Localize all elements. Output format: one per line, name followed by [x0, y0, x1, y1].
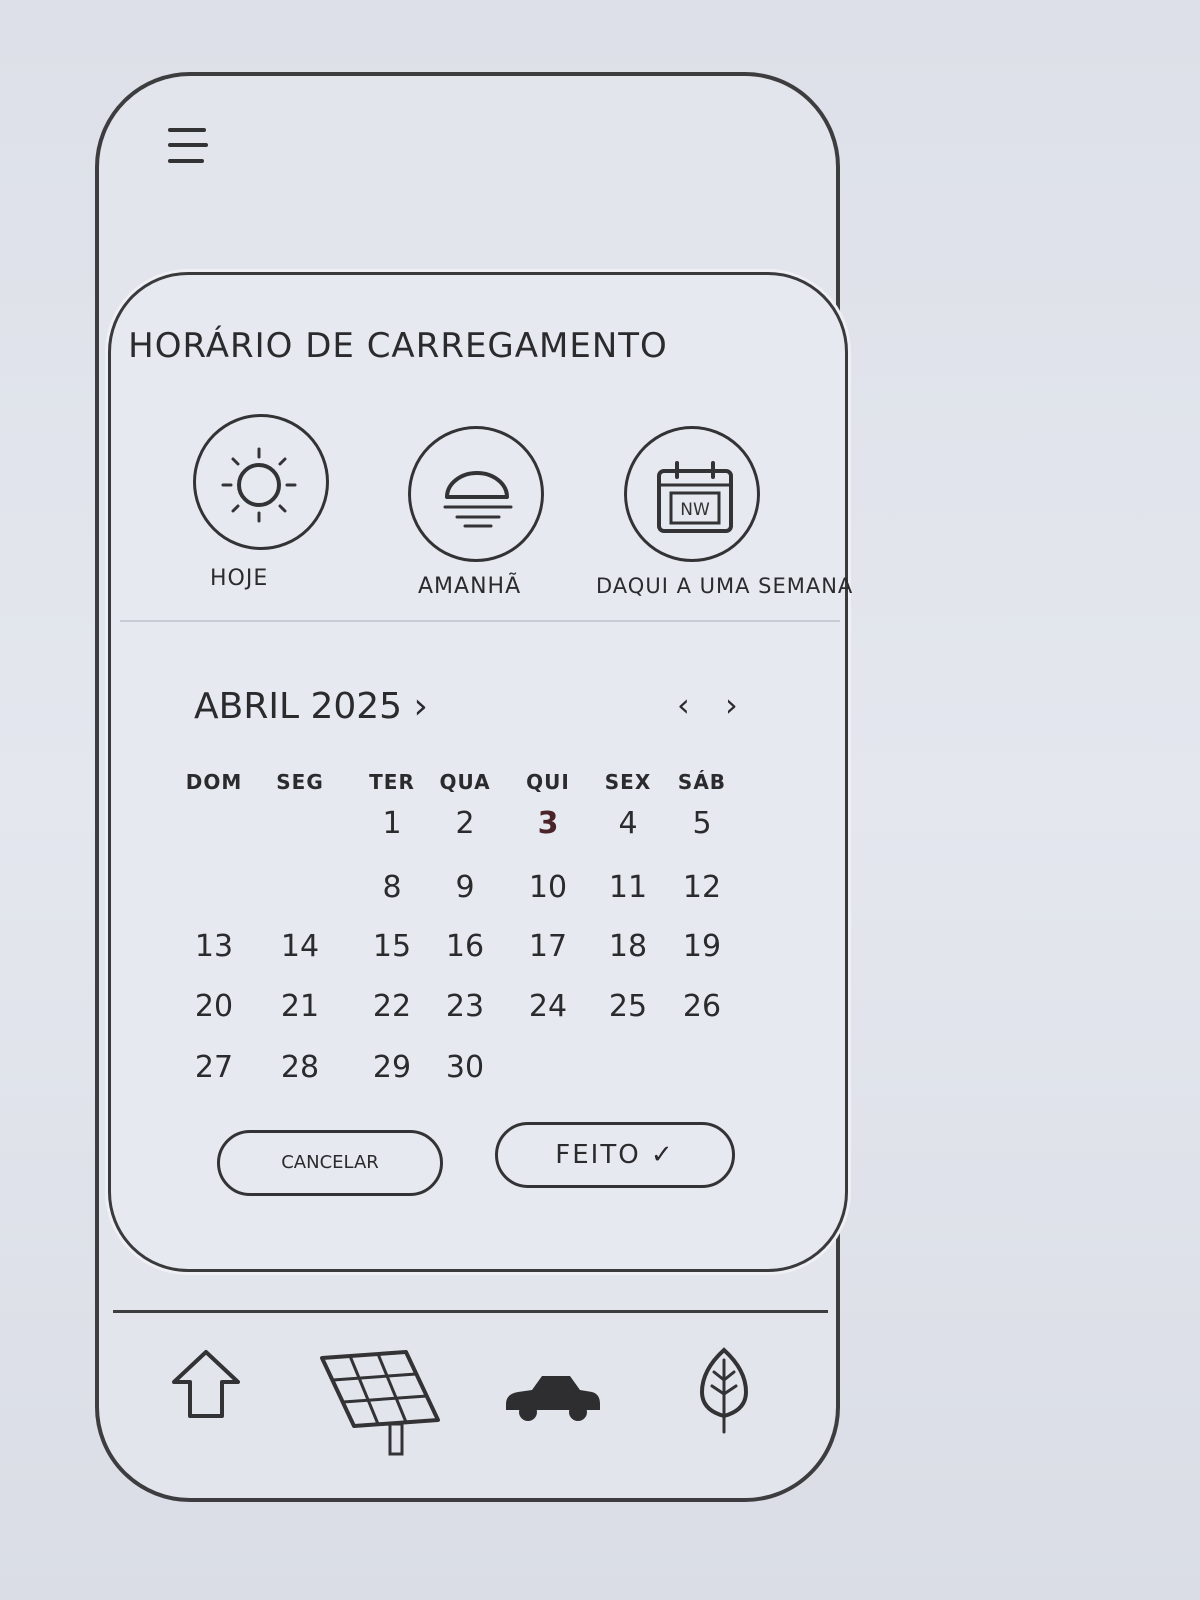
calendar-day[interactable]: 16 [435, 925, 495, 969]
weekday-header: SEG [276, 770, 324, 794]
calendar-day[interactable]: 30 [435, 1046, 495, 1090]
calendar-day[interactable]: 12 [672, 866, 732, 910]
shortcut-tomorrow-button[interactable] [408, 426, 544, 562]
modal-divider [120, 620, 840, 622]
calendar-day[interactable]: 10 [518, 866, 578, 910]
calendar-day[interactable]: 19 [672, 925, 732, 969]
weekday-header: QUI [526, 770, 570, 794]
calendar-day-selected[interactable]: 3 [518, 802, 578, 846]
sunrise-icon [443, 471, 513, 528]
solar-panel-icon [320, 1350, 440, 1456]
calendar-icon-text: NW [680, 500, 710, 520]
calendar-day[interactable]: 18 [598, 925, 658, 969]
shortcut-today-button[interactable] [193, 414, 329, 550]
calendar-day[interactable]: 17 [518, 925, 578, 969]
prev-month-button[interactable]: ‹ [677, 686, 690, 724]
calendar-day[interactable]: 13 [184, 925, 244, 969]
menu-icon[interactable] [168, 122, 212, 174]
calendar-day[interactable]: 24 [518, 985, 578, 1029]
calendar-day[interactable]: 9 [435, 866, 495, 910]
modal-title: HORÁRIO DE CARREGAMENTO [128, 326, 668, 366]
weekday-header: DOM [185, 770, 243, 794]
cancel-button[interactable]: CANCELAR [217, 1130, 443, 1196]
sun-icon [221, 447, 297, 523]
home-icon [172, 1350, 240, 1418]
leaf-icon [699, 1347, 749, 1434]
weekday-header: TER [369, 770, 415, 794]
calendar-day[interactable]: 27 [184, 1046, 244, 1090]
nav-home-tab[interactable] [166, 1346, 246, 1430]
car-icon [506, 1376, 600, 1421]
shortcut-tomorrow-label: AMANHÃ [418, 574, 522, 599]
shortcut-today-label: HOJE [210, 566, 269, 591]
calendar-day[interactable]: 26 [672, 985, 732, 1029]
done-button[interactable]: FEITO ✓ [495, 1122, 735, 1188]
next-month-button[interactable]: › [725, 686, 738, 724]
calendar-day[interactable]: 5 [672, 802, 732, 846]
calendar-day[interactable]: 2 [435, 802, 495, 846]
calendar-day[interactable]: 20 [184, 985, 244, 1029]
calendar-day[interactable]: 28 [270, 1046, 330, 1090]
weekday-header: QUA [439, 770, 491, 794]
calendar-day[interactable]: 25 [598, 985, 658, 1029]
month-year-selector[interactable]: ABRIL 2025 › [194, 686, 428, 727]
shortcut-next-week-button[interactable]: NW [624, 426, 760, 562]
calendar-day[interactable]: 4 [598, 802, 658, 846]
nav-car-tab[interactable] [500, 1364, 604, 1438]
calendar-day[interactable]: 29 [362, 1046, 422, 1090]
bottom-nav-divider [113, 1310, 828, 1313]
nav-solar-tab[interactable] [314, 1350, 444, 1464]
shortcut-next-week-label: DAQUI A UMA SEMANA [596, 574, 854, 598]
calendar-next-week-icon: NW [657, 461, 733, 533]
calendar-day[interactable]: 21 [270, 985, 330, 1029]
nav-eco-tab[interactable] [694, 1346, 754, 1440]
calendar-day[interactable]: 1 [362, 802, 422, 846]
calendar-day[interactable]: 11 [598, 866, 658, 910]
calendar-day[interactable]: 8 [362, 866, 422, 910]
calendar-day[interactable]: 22 [362, 985, 422, 1029]
calendar-day[interactable]: 14 [270, 925, 330, 969]
weekday-header: SÁB [677, 770, 727, 794]
weekday-header: SEX [604, 770, 652, 794]
calendar-day[interactable]: 23 [435, 985, 495, 1029]
calendar-day[interactable]: 15 [362, 925, 422, 969]
